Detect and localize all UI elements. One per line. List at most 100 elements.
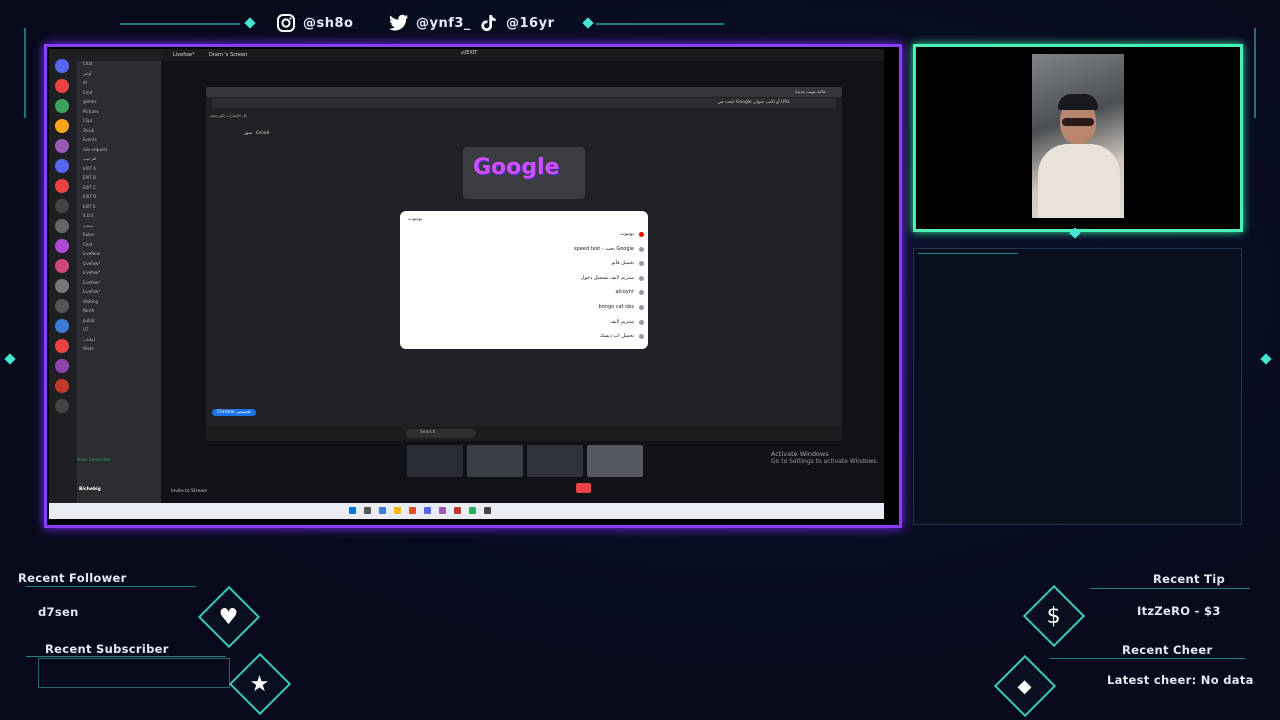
participant-tile[interactable] xyxy=(527,445,583,477)
server-icon[interactable] xyxy=(55,299,69,313)
discord-channel[interactable]: role request xyxy=(77,147,161,157)
history-icon xyxy=(639,319,644,325)
customize-chrome-button[interactable]: Chrome تخصيص xyxy=(212,409,257,416)
discord-channel[interactable]: public xyxy=(77,318,161,328)
gmail-link[interactable]: Gmail xyxy=(256,131,269,136)
server-icon[interactable] xyxy=(55,139,69,153)
discord-channel[interactable]: EXIT A xyxy=(77,166,161,176)
discord-channel[interactable]: EXIT B xyxy=(77,175,161,185)
browser-tab[interactable]: علامة تبويب جديدة xyxy=(795,89,826,94)
search-suggestion[interactable]: تحميل فانو xyxy=(612,260,634,266)
google-doodle[interactable]: Google xyxy=(463,147,585,199)
discord-channel[interactable]: Rules xyxy=(77,232,161,242)
discord-channel[interactable]: LiveNow xyxy=(77,251,161,261)
discord-channel[interactable]: Chat xyxy=(77,242,161,252)
server-icon[interactable] xyxy=(55,59,69,73)
discord-channel[interactable]: games xyxy=(77,99,161,109)
discord-channel[interactable]: Livefow* xyxy=(77,270,161,280)
participant-tile[interactable] xyxy=(467,445,523,477)
discord-channel[interactable]: S.O.S xyxy=(77,213,161,223)
obs-icon[interactable] xyxy=(484,507,491,514)
discord-channel[interactable]: Livefow* xyxy=(77,289,161,299)
search-icon[interactable] xyxy=(364,507,371,514)
discord-channel[interactable]: AI xyxy=(77,80,161,90)
images-link[interactable]: صور xyxy=(244,131,252,136)
server-icon[interactable] xyxy=(55,359,69,373)
discord-channel[interactable]: Livefow* xyxy=(77,261,161,271)
history-icon xyxy=(639,246,644,252)
tab-stream[interactable]: Dram 's Screen xyxy=(209,52,247,58)
discord-channel[interactable]: Livefow* xyxy=(77,280,161,290)
bookmarks-label[interactable]: كل الإشارات المرجعية xyxy=(210,113,247,118)
cheer-line xyxy=(1050,658,1245,659)
server-icon[interactable] xyxy=(55,79,69,93)
server-icon[interactable] xyxy=(55,339,69,353)
address-placeholder: ابحث في Google أو اكتب عنوان URL xyxy=(717,100,790,105)
discord-channel[interactable]: 3tcuk xyxy=(77,128,161,138)
discord-channel[interactable]: Pilots xyxy=(77,346,161,356)
recent-subscriber-label: Recent Subscriber xyxy=(45,642,169,656)
discord-channel[interactable]: North xyxy=(77,308,161,318)
discord-channel[interactable]: EXIT D xyxy=(77,194,161,204)
discord-channel[interactable]: EXIT C xyxy=(77,185,161,195)
search-suggestion[interactable]: alcoyhr xyxy=(616,289,634,295)
app-icon[interactable] xyxy=(439,507,446,514)
server-icon[interactable] xyxy=(55,179,69,193)
chat-panel xyxy=(913,248,1242,525)
edge-icon[interactable] xyxy=(379,507,386,514)
discord-channel[interactable]: Clips xyxy=(77,118,161,128)
app-icon[interactable] xyxy=(469,507,476,514)
frame-edge-left-top xyxy=(24,28,26,118)
discord-channel[interactable]: Pictures xyxy=(77,109,161,119)
discord-channel[interactable]: سحب xyxy=(77,223,161,233)
search-suggestion[interactable]: speed test - بحث Google xyxy=(574,246,634,252)
voice-status: Voice Connected xyxy=(77,457,111,462)
leave-call-button[interactable] xyxy=(576,483,591,493)
server-icon[interactable] xyxy=(55,279,69,293)
invite-to-stream[interactable]: Invite to Stream xyxy=(171,489,207,494)
server-icon[interactable] xyxy=(55,199,69,213)
taskbar-search-box[interactable]: Search xyxy=(406,429,476,438)
start-icon[interactable] xyxy=(349,507,356,514)
discord-channel[interactable]: أوامر xyxy=(77,71,161,81)
server-icon[interactable] xyxy=(55,319,69,333)
server-icon[interactable] xyxy=(55,239,69,253)
folder-icon[interactable] xyxy=(394,507,401,514)
discord-channel[interactable]: Chat xyxy=(77,61,161,71)
search-query[interactable]: يوتيوب xyxy=(408,216,422,222)
discord-channel[interactable]: Waiting xyxy=(77,299,161,309)
browser-address-bar[interactable]: ابحث في Google أو اكتب عنوان URL xyxy=(212,98,836,108)
search-suggestion[interactable]: ستريم لايف تسجيل دخول xyxy=(581,275,634,281)
search-suggestion[interactable]: تحميل اب ديسك xyxy=(600,333,634,339)
search-suggestion[interactable]: يوتيوب xyxy=(620,231,634,237)
discord-channel[interactable]: الترحيب xyxy=(77,156,161,166)
app-icon[interactable] xyxy=(454,507,461,514)
discord-channel[interactable]: Cmd xyxy=(77,90,161,100)
discord-channel[interactable]: EXIT E xyxy=(77,204,161,214)
discord-channel[interactable]: UT xyxy=(77,327,161,337)
search-suggestion[interactable]: ستريم لايف xyxy=(610,319,634,325)
participant-tile[interactable] xyxy=(407,445,463,477)
server-icon[interactable] xyxy=(55,219,69,233)
server-icon[interactable] xyxy=(55,99,69,113)
discord-channel[interactable]: Events xyxy=(77,137,161,147)
tiktok-icon xyxy=(478,12,500,34)
server-icon[interactable] xyxy=(55,399,69,413)
discord-icon[interactable] xyxy=(424,507,431,514)
server-icon[interactable] xyxy=(55,259,69,273)
participant-tile[interactable] xyxy=(587,445,643,477)
webcam-frame xyxy=(913,44,1243,232)
recent-cheer-label: Recent Cheer xyxy=(1122,643,1213,657)
activate-windows-notice: Activate Windows Go to Settings to activ… xyxy=(771,451,878,466)
tab-livefow[interactable]: Livefow* xyxy=(173,52,195,58)
discord-channel[interactable]: أعلانات xyxy=(77,337,161,347)
history-icon xyxy=(639,334,644,340)
server-icon[interactable] xyxy=(55,119,69,133)
tiktok-handle: @16yr xyxy=(506,15,555,31)
tip-line xyxy=(1090,588,1250,589)
chrome-icon[interactable] xyxy=(409,507,416,514)
server-icon[interactable] xyxy=(55,379,69,393)
discord-sidebar: Chat أوامر AI Cmd games Pictures Clips 3tcuk Eve… xyxy=(49,49,161,505)
search-suggestion[interactable]: bongo cat obs xyxy=(599,304,634,310)
server-icon[interactable] xyxy=(55,159,69,173)
